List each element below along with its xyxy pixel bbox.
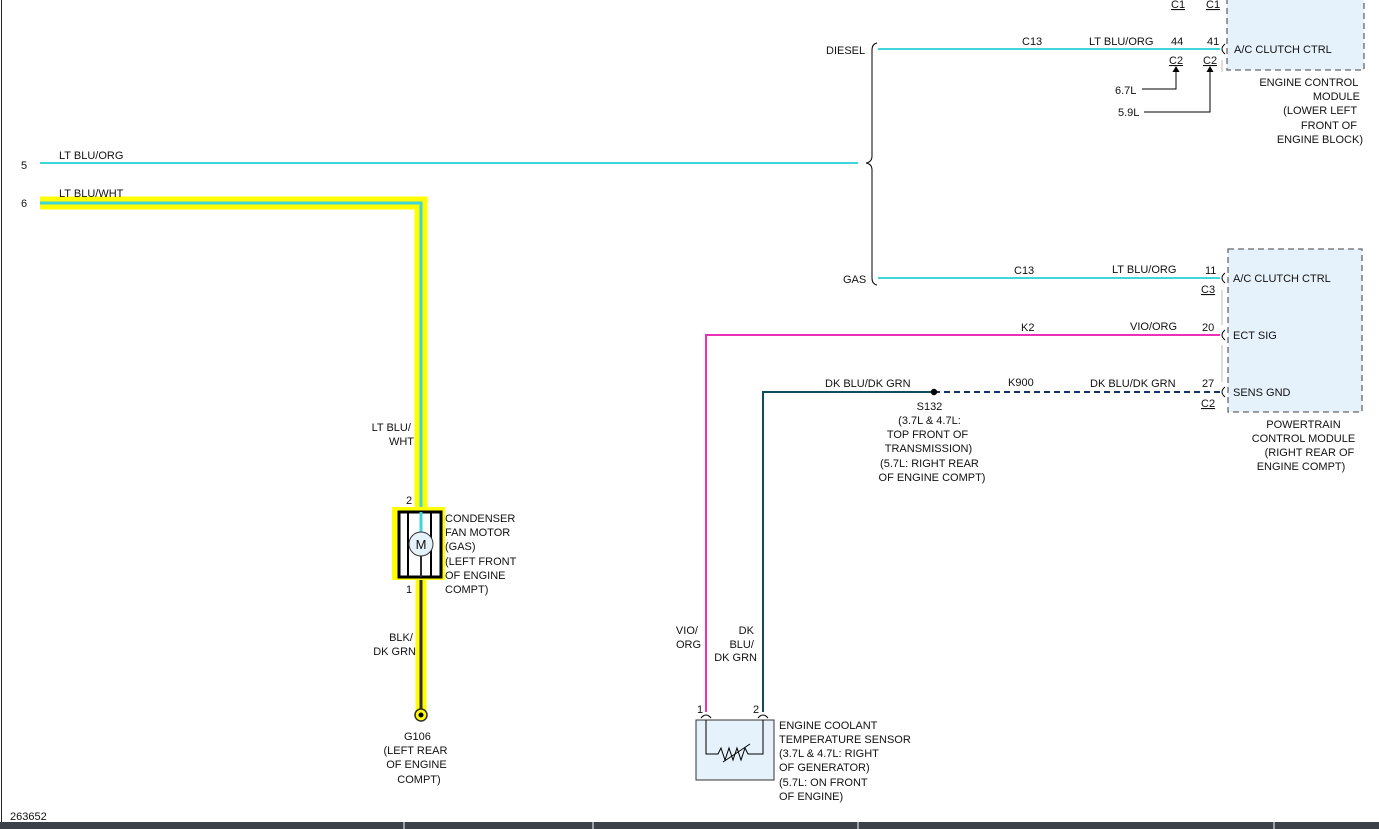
fan-motor-title: CONDENSER FAN MOTOR (GAS) (LEFT FRONT OF…: [445, 513, 519, 596]
bottom-bar-divider: [403, 822, 405, 829]
bottom-bar-divider: [592, 822, 594, 829]
wire-6-color: LT BLU/WHT: [59, 188, 124, 200]
option-brace: [865, 42, 878, 286]
bottom-bar-divider: [1273, 822, 1275, 829]
ecm-pin-label: A/C CLUTCH CTRL: [1234, 44, 1332, 56]
sensor-title: ENGINE COOLANT TEMPERATURE SENSOR (3.7L …: [779, 720, 914, 803]
vio-org-label: VIO/ ORG: [676, 625, 701, 651]
wire-6: [40, 201, 423, 510]
ecm-conn-c2-a: C2: [1169, 55, 1183, 67]
diesel-label: DIESEL: [826, 45, 865, 57]
wire-6-number: 6: [21, 198, 27, 210]
gas-label: GAS: [843, 274, 866, 286]
figure-id: 263652: [10, 811, 47, 822]
ground-wire-label: BLK/ DK GRN: [373, 632, 416, 658]
pin-arcs: [1221, 43, 1226, 398]
k2-circuit: K2: [1021, 322, 1034, 334]
bottom-bar-divider: [857, 822, 859, 829]
pcm-conn-c3: C3: [1201, 284, 1215, 296]
ground-g106: [414, 708, 428, 722]
sens-gnd-color-left: DK BLU/DK GRN: [825, 378, 911, 390]
ecm-box: [1226, 0, 1365, 71]
engine-59-label: 5.9L: [1118, 107, 1139, 119]
bottom-scroll-bar[interactable]: [0, 822, 1379, 829]
conn-c1-b: C1: [1206, 0, 1220, 11]
gas-wire-color: LT BLU/ORG: [1112, 264, 1176, 276]
k900-circuit: K900: [1008, 377, 1034, 389]
pcm-conn-c2: C2: [1201, 398, 1215, 410]
ecm-conn-c2-b: C2: [1203, 55, 1217, 67]
fan-pin-2: 2: [406, 495, 412, 507]
engine-67-label: 6.7L: [1115, 85, 1136, 97]
pcm-pin-27: 27: [1202, 378, 1214, 390]
gas-circuit: C13: [1014, 265, 1034, 277]
fan-wire-label: LT BLU/ WHT: [372, 422, 415, 448]
wiring-diagram: C1 C1 DIESEL C13 LT BLU/ORG 44 41 A/C CL…: [1, 0, 1365, 822]
engine-option-arrows: [1142, 66, 1214, 113]
ecm-title: ENGINE CONTROL MODULE (LOWER LEFT FRONT …: [1259, 77, 1363, 146]
pcm-pin-20-label: ECT SIG: [1233, 330, 1277, 342]
sensor-pin-1: 1: [697, 704, 703, 716]
k2-wire-color: VIO/ORG: [1130, 321, 1177, 333]
ecm-pin-41: 41: [1207, 36, 1219, 48]
highlight-wire-6: [40, 196, 428, 512]
splice-dot: [930, 388, 938, 396]
pcm-pin-20: 20: [1202, 322, 1214, 334]
fan-pin-1: 1: [406, 584, 412, 596]
coolant-temp-sensor: [695, 714, 775, 781]
dk-blu-label: DK BLU/ DK GRN: [714, 625, 757, 664]
pcm-pin-11-label: A/C CLUTCH CTRL: [1233, 273, 1331, 285]
wire-5-color: LT BLU/ORG: [59, 150, 123, 162]
conn-c1-a: C1: [1171, 0, 1185, 11]
pcm-pin-11: 11: [1205, 265, 1216, 277]
splice-label: S132 (3.7L & 4.7L: TOP FRONT OF TRANSMIS…: [879, 401, 986, 484]
diesel-wire-color: LT BLU/ORG: [1089, 36, 1153, 48]
wire-5-number: 5: [21, 160, 27, 172]
pcm-pin-27-label: SENS GND: [1233, 387, 1291, 399]
motor-symbol: M: [416, 537, 427, 552]
sensor-pin-2: 2: [753, 704, 759, 716]
pcm-title: POWERTRAIN CONTROL MODULE (RIGHT REAR OF…: [1252, 419, 1359, 473]
diesel-circuit: C13: [1022, 36, 1042, 48]
sens-gnd-color-right: DK BLU/DK GRN: [1090, 378, 1176, 390]
ecm-pin-44: 44: [1171, 36, 1183, 48]
ground-label: G106 (LEFT REAR OF ENGINE COMPT): [383, 731, 450, 786]
